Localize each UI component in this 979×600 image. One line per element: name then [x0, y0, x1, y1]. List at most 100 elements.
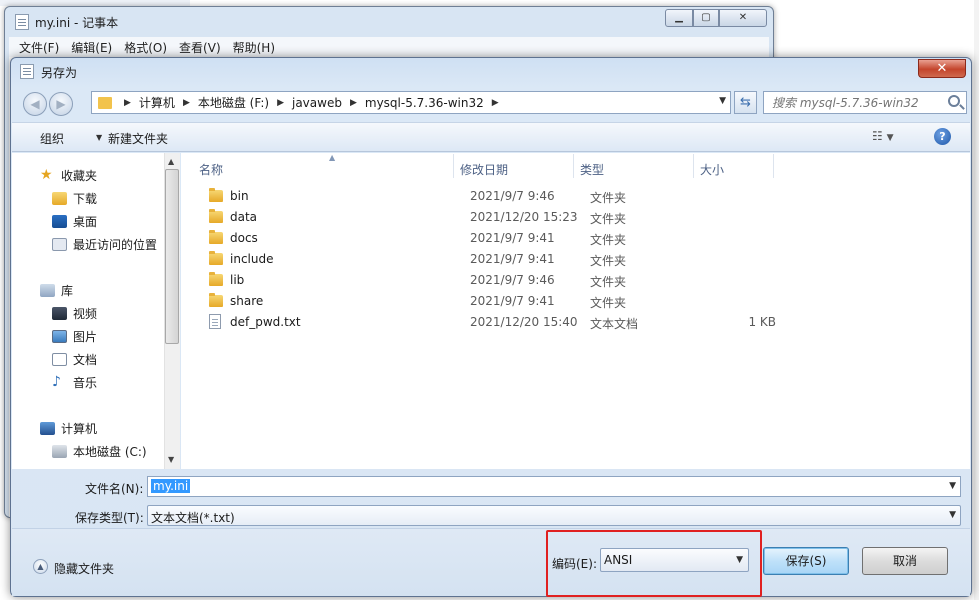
nav-favorites[interactable]: ★ 收藏夹 [40, 167, 97, 184]
file-row-bin[interactable]: bin 2021/9/7 9:46 文件夹 [199, 186, 959, 207]
nav-videos-label: 视频 [73, 307, 98, 321]
picture-icon [52, 330, 67, 343]
sort-ascending-icon: ▲ [329, 153, 336, 162]
desktop-edge [974, 0, 979, 600]
filename-input-value[interactable]: my.ini [151, 479, 191, 493]
file-row-include[interactable]: include 2021/9/7 9:41 文件夹 [199, 249, 959, 270]
breadcrumb-mysql-folder[interactable]: mysql-5.7.36-win32 [365, 96, 484, 110]
nav-libraries-label: 库 [61, 284, 74, 298]
search-icon [948, 95, 960, 107]
search-box[interactable] [763, 91, 967, 114]
view-options-button[interactable]: ☷ ▼ [872, 129, 906, 143]
column-divider[interactable] [773, 154, 774, 178]
maximize-button[interactable]: ▢ [693, 9, 719, 27]
chevron-down-icon[interactable]: ▼ [949, 481, 956, 491]
refresh-icon: ⇆ [740, 95, 751, 110]
menu-help[interactable]: 帮助(H) [233, 39, 275, 56]
file-size: 1 KB [748, 315, 776, 329]
nav-pictures[interactable]: 图片 [52, 328, 97, 345]
minimize-button[interactable]: ▁ [665, 9, 693, 27]
menu-edit[interactable]: 编辑(E) [71, 39, 112, 56]
menu-view[interactable]: 查看(V) [179, 39, 221, 56]
nav-desktop[interactable]: 桌面 [52, 213, 97, 230]
organize-button[interactable]: 组织 [40, 130, 64, 147]
menu-file[interactable]: 文件(F) [19, 39, 59, 56]
menu-format[interactable]: 格式(O) [124, 39, 167, 56]
nav-videos[interactable]: 视频 [52, 305, 97, 322]
filetype-select[interactable]: 文本文档(*.txt) ▼ [147, 505, 961, 526]
filename-field[interactable]: my.ini ▼ [147, 476, 961, 497]
save-button[interactable]: 保存(S) [763, 547, 849, 575]
new-folder-button[interactable]: 新建文件夹 [108, 130, 168, 147]
file-row-share[interactable]: share 2021/9/7 9:41 文件夹 [199, 291, 959, 312]
chevron-down-icon[interactable]: ▼ [96, 133, 102, 142]
encoding-select[interactable]: ANSI ▼ [600, 548, 749, 572]
column-header-size[interactable]: 大小 [700, 161, 724, 178]
file-row-lib[interactable]: lib 2021/9/7 9:46 文件夹 [199, 270, 959, 291]
folder-icon [209, 188, 223, 202]
dialog-close-button[interactable]: ✕ [918, 59, 966, 78]
file-row-data[interactable]: data 2021/12/20 15:23 文件夹 [199, 207, 959, 228]
address-bar[interactable]: ▶ 计算机 ▶ 本地磁盘 (F:) ▶ javaweb ▶ mysql-5.7.… [91, 91, 731, 114]
file-row-docs[interactable]: docs 2021/9/7 9:41 文件夹 [199, 228, 959, 249]
file-name: share [230, 294, 264, 308]
help-button[interactable]: ? [934, 128, 951, 145]
breadcrumb-separator-icon[interactable]: ▶ [277, 98, 284, 108]
file-name: data [230, 210, 258, 224]
chevron-up-icon[interactable]: ▲ [33, 559, 48, 574]
nav-downloads[interactable]: 下载 [52, 190, 97, 207]
forward-button[interactable]: ▶ [49, 92, 73, 116]
folder-icon [209, 251, 223, 265]
hide-folders-toggle[interactable]: 隐藏文件夹 [54, 560, 114, 577]
breadcrumb-javaweb[interactable]: javaweb [292, 96, 342, 110]
computer-icon [40, 422, 55, 435]
nav-documents[interactable]: 文档 [52, 351, 97, 368]
nav-music[interactable]: ♪ 音乐 [52, 374, 97, 391]
nav-libraries[interactable]: 库 [40, 282, 73, 299]
drive-icon [52, 445, 67, 458]
column-header-modified[interactable]: 修改日期 [460, 161, 508, 178]
breadcrumb-local-disk-f[interactable]: 本地磁盘 (F:) [198, 94, 269, 111]
column-divider[interactable] [453, 154, 454, 178]
nav-scrollbar-thumb[interactable] [165, 169, 179, 344]
notepad-close-button[interactable]: ✕ [719, 9, 767, 27]
navigation-pane: ★ 收藏夹 下载 桌面 最近访问的位置 库 视频 图片 文档 ♪ 音乐 计算机 … [12, 153, 180, 469]
column-divider[interactable] [573, 154, 574, 178]
breadcrumb-separator-icon[interactable]: ▶ [492, 98, 499, 108]
back-button[interactable]: ◀ [23, 92, 47, 116]
file-list: ▲ 名称 修改日期 类型 大小 bin 2021/9/7 9:46 文件夹 da… [181, 153, 970, 469]
chevron-down-icon[interactable]: ▼ [719, 96, 726, 106]
file-type: 文件夹 [590, 296, 627, 310]
file-modified: 2021/9/7 9:41 [470, 231, 555, 245]
arrow-right-icon: ▶ [56, 97, 66, 111]
nav-pictures-label: 图片 [73, 330, 98, 344]
view-list-icon: ☷ [872, 129, 883, 143]
nav-recent-places[interactable]: 最近访问的位置 [52, 236, 157, 253]
scroll-up-icon[interactable]: ▲ [168, 157, 174, 166]
refresh-button[interactable]: ⇆ [734, 91, 757, 114]
breadcrumb-computer[interactable]: 计算机 [139, 94, 175, 111]
chevron-down-icon[interactable]: ▼ [949, 510, 956, 520]
cancel-button[interactable]: 取消 [862, 547, 948, 575]
chevron-down-icon[interactable]: ▼ [736, 555, 743, 565]
notepad-title: my.ini - 记事本 [35, 16, 119, 30]
arrow-left-icon: ◀ [30, 97, 40, 111]
column-header-type[interactable]: 类型 [580, 161, 604, 178]
file-row-def-pwd[interactable]: def_pwd.txt 2021/12/20 15:40 文本文档 1 KB [199, 312, 959, 333]
file-modified: 2021/12/20 15:40 [470, 315, 578, 329]
breadcrumb-separator-icon[interactable]: ▶ [350, 98, 357, 108]
column-divider[interactable] [693, 154, 694, 178]
column-header-name[interactable]: 名称 [199, 161, 223, 178]
breadcrumb-separator-icon[interactable]: ▶ [124, 98, 131, 108]
file-name: include [230, 252, 274, 266]
nav-computer[interactable]: 计算机 [40, 420, 97, 437]
folder-icon [98, 96, 112, 109]
folder-icon [209, 272, 223, 286]
notepad-icon [15, 14, 29, 30]
scroll-down-icon[interactable]: ▼ [168, 455, 174, 464]
breadcrumb-separator-icon[interactable]: ▶ [183, 98, 190, 108]
file-type: 文件夹 [590, 275, 627, 289]
search-input[interactable] [764, 92, 940, 113]
nav-local-disk-c[interactable]: 本地磁盘 (C:) [52, 443, 147, 460]
nav-desktop-label: 桌面 [73, 215, 98, 229]
